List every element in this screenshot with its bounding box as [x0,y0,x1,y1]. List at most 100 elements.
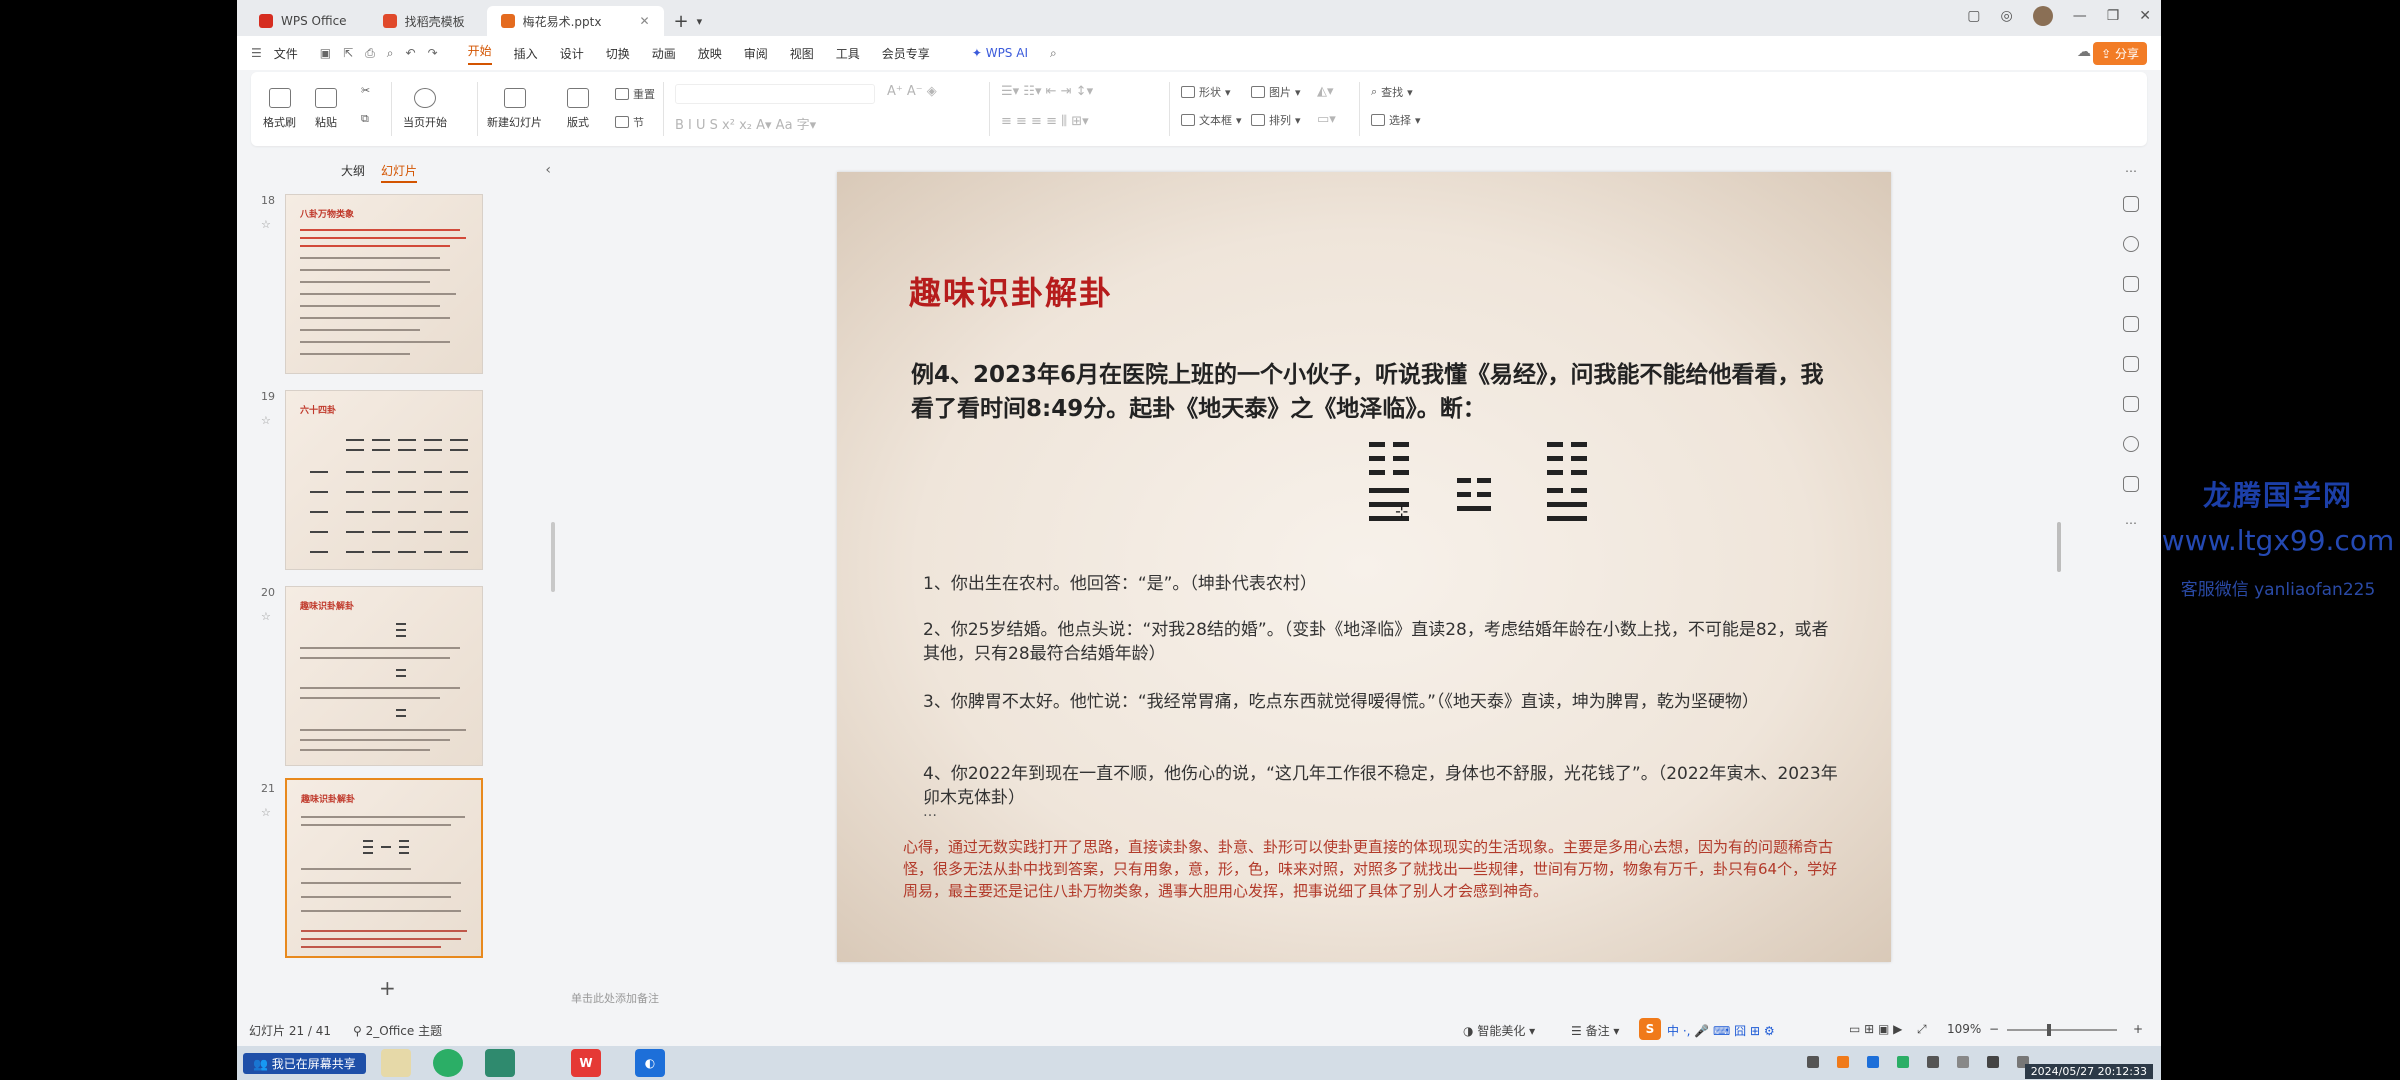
print-icon[interactable]: ⎙ [365,46,375,61]
font-name-box[interactable] [675,84,875,104]
copy-icon[interactable]: ⧉ [361,112,369,126]
tray-icon[interactable] [1807,1056,1819,1068]
preview-icon[interactable]: ⌕ [387,46,394,61]
close-tab-icon[interactable]: ✕ [639,14,649,28]
picture-rail-icon[interactable] [2123,316,2139,332]
align-icons[interactable]: ≡ ≡ ≡ ≡ ⫼ ⊞▾ [1001,114,1089,129]
slide-intro-text[interactable]: 例4、2023年6月在医院上班的一个小伙子，听说我懂《易经》，问我能不能给他看看… [911,358,1831,426]
tab-slides[interactable]: 幻灯片 [381,162,418,183]
point-1[interactable]: 1、你出生在农村。他回答：“是”。（坤卦代表农村） [923,572,1843,596]
wechat-icon[interactable] [433,1049,463,1077]
redo-icon[interactable]: ↷ [428,46,438,60]
cloud-icon[interactable]: ☁ [2077,44,2091,60]
tray-icon[interactable] [1957,1056,1969,1068]
shirt-icon[interactable] [2123,476,2139,492]
tool-rail-icon[interactable] [2123,356,2139,372]
menu-animations[interactable]: 动画 [652,45,676,62]
tray-icon[interactable] [1837,1056,1849,1068]
slide-thumbnail-18[interactable]: 八卦万物类象 [285,194,483,374]
hexagram-diagram[interactable]: ⊹ [1369,438,1589,538]
meeting-app-icon[interactable]: ◐ [635,1049,665,1077]
search-icon[interactable]: ⌕ [1050,46,1057,61]
book-rail-icon[interactable] [2123,396,2139,412]
menu-design[interactable]: 设计 [560,45,584,62]
fit-icon[interactable]: ⤢ [1917,1022,1927,1037]
notes-placeholder[interactable]: 单击此处添加备注 [571,990,659,1006]
panel-scrollbar[interactable] [551,522,555,592]
share-button[interactable]: ⇪ 分享 [2093,42,2147,65]
more-icon[interactable]: ⋯ [2125,164,2137,178]
section-button[interactable]: 节 [615,114,644,130]
menu-membership[interactable]: 会员专享 [882,45,930,62]
tab-document[interactable]: 梅花易术.pptx ✕ [486,6,664,36]
cut-icon[interactable]: ✂ [361,84,370,97]
screen-app-icon[interactable] [485,1049,515,1077]
file-explorer-icon[interactable] [381,1049,411,1077]
slide-thumbnail-21[interactable]: 趣味识卦解卦 [285,778,483,958]
layout-button[interactable]: 版式 [567,88,589,130]
tray-icon[interactable] [1897,1056,1909,1068]
new-tab-icon[interactable]: + [674,11,689,32]
font-grow-icon[interactable]: A⁺ A⁻ ◈ [887,84,937,99]
reset-button[interactable]: 重置 [615,86,655,102]
slide-thumbnail-19[interactable]: 六十四卦 [285,390,483,570]
help-icon[interactable] [2123,436,2139,452]
theme-name[interactable]: ⚲ 2_Office 主题 [353,1022,442,1039]
format-painter-button[interactable]: 格式刷 [263,88,296,130]
point-4[interactable]: 4、你2022年到现在一直不顺，他伤心的说，“这几年工作很不稳定，身体也不舒服，… [923,762,1843,810]
properties-icon[interactable] [2123,196,2139,212]
zoom-in-icon[interactable]: + [2133,1022,2143,1036]
current-slide[interactable]: 趣味识卦解卦 例4、2023年6月在医院上班的一个小伙子，听说我懂《易经》，问我… [837,172,1891,962]
minimize-icon[interactable]: — [2073,8,2087,24]
menu-file[interactable]: 文件 [274,45,298,62]
arrange-button[interactable]: 排列 ▾ [1251,112,1301,128]
outline-icon[interactable]: ▭▾ [1317,112,1336,127]
zoom-level[interactable]: 109% [1947,1022,1981,1036]
menu-insert[interactable]: 插入 [514,45,538,62]
menu-view[interactable]: 视图 [790,45,814,62]
menu-transitions[interactable]: 切换 [606,45,630,62]
star-rail-icon[interactable] [2123,236,2139,252]
screen-share-indicator[interactable]: 👥 我已在屏幕共享 [243,1053,366,1074]
paste-button[interactable]: 粘贴 [315,88,337,130]
summary-text[interactable]: 心得，通过无数实践打开了思路，直接读卦象、卦意、卦形可以使卦更直接的体现现实的生… [903,836,1843,902]
new-slide-button[interactable]: 新建幻灯片 [487,88,542,130]
wps-taskbar-icon[interactable]: W [571,1049,601,1077]
fill-icon[interactable]: ◭▾ [1317,84,1334,99]
play-from-current-button[interactable]: 当页开始 [403,88,447,130]
tray-icon[interactable] [1867,1056,1879,1068]
add-slide-icon[interactable]: + [379,976,396,1000]
font-style-icons[interactable]: B I U S x² x₂ A▾ Aa 字▾ [675,114,816,133]
star-icon[interactable]: ☆ [261,218,271,231]
view-icons[interactable]: ▭ ⊞ ▣ ▶ [1849,1022,1902,1036]
bullet-list-icons[interactable]: ☰▾ ☷▾ ⇤ ⇥ ↕▾ [1001,84,1093,99]
avatar[interactable] [2032,6,2053,26]
select-button[interactable]: 选择 ▾ [1371,112,1421,128]
copy-rail-icon[interactable] [2123,276,2139,292]
restore-icon[interactable]: ❐ [2107,8,2120,24]
menu-slideshow[interactable]: 放映 [698,45,722,62]
export-icon[interactable]: ⇱ [343,46,353,60]
menu-home[interactable]: 开始 [467,42,492,65]
menu-tools[interactable]: 工具 [836,45,860,62]
point-2[interactable]: 2、你25岁结婚。他点头说：“对我28结的婚”。（变卦《地泽临》直读28，考虑结… [923,618,1843,666]
tray-icon[interactable] [1927,1056,1939,1068]
menu-review[interactable]: 审阅 [744,45,768,62]
find-button[interactable]: ⌕ 查找 ▾ [1371,84,1413,100]
tray-icon[interactable] [1987,1056,1999,1068]
zoom-out-icon[interactable]: − [1989,1022,1999,1036]
hamburger-icon[interactable]: ☰ [251,46,262,60]
collapse-panel-icon[interactable]: ‹ [545,162,551,178]
skin-icon[interactable]: ◎ [2000,8,2012,24]
clock[interactable]: 2024/05/27 20:12:33 [2024,1064,2153,1079]
point-3[interactable]: 3、你脾胃不太好。他忙说：“我经常胃痛，吃点东西就觉得嗳得慌。”（《地天泰》直读… [923,690,1843,714]
smart-beautify-button[interactable]: ◑ 智能美化 ▾ [1463,1022,1535,1039]
more-rail-icon[interactable]: ⋯ [2125,516,2137,530]
undo-icon[interactable]: ↶ [406,46,416,60]
shape-button[interactable]: 形状 ▾ [1181,84,1231,100]
canvas-scrollbar[interactable] [2057,522,2061,572]
zoom-slider[interactable] [2007,1029,2117,1031]
ime-toolbar-icons[interactable]: 中 ·, 🎤 ⌨ 囧 ⊞ ⚙ [1667,1022,1775,1039]
tab-template[interactable]: 找稻壳模板 [369,6,479,36]
tab-menu-chevron-icon[interactable]: ▾ [697,15,703,28]
